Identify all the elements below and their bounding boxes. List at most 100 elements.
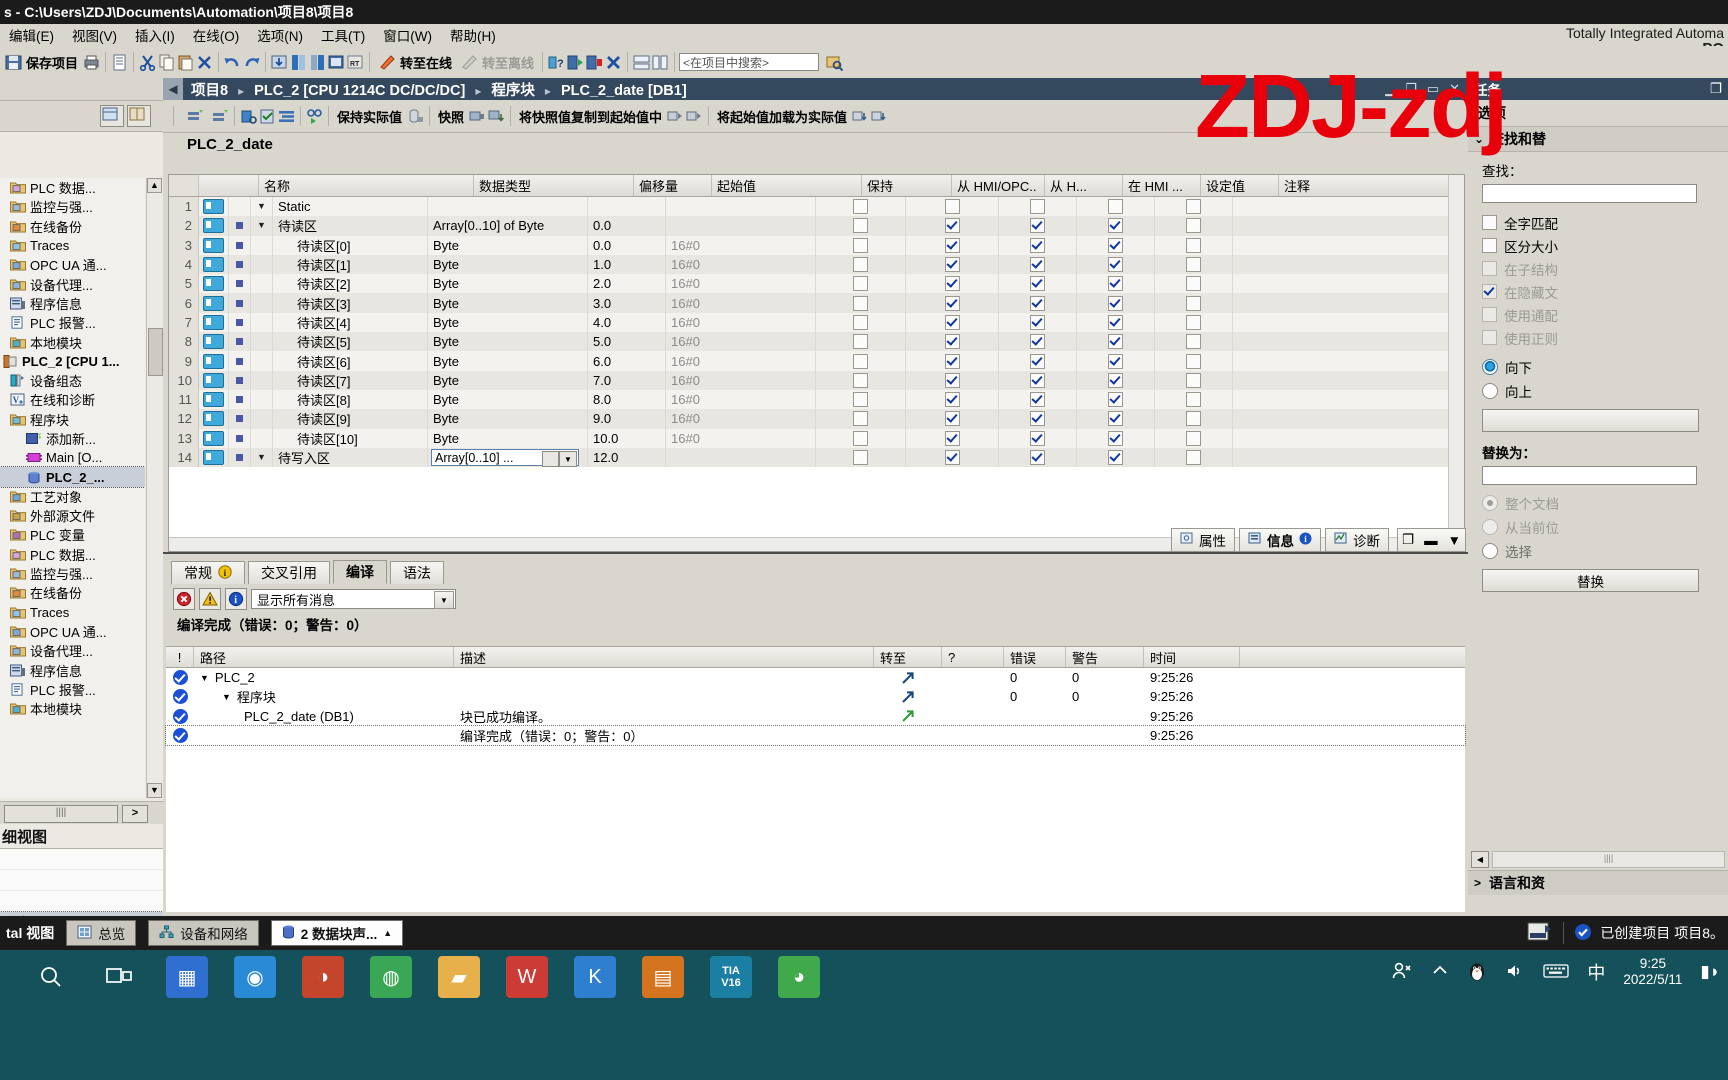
menu-item-insert[interactable]: 插入(I)	[126, 24, 184, 46]
keep-actual-values-button[interactable]: 保持实际值	[333, 103, 406, 129]
breadcrumb-item-plc[interactable]: PLC_2 [CPU 1214C DC/DC/DC]	[254, 83, 465, 99]
redo-icon[interactable]	[242, 53, 261, 72]
find-button[interactable]	[1482, 409, 1699, 432]
insert-row-icon[interactable]	[186, 107, 205, 126]
monitor-all-icon[interactable]	[239, 107, 258, 126]
find-input[interactable]	[1482, 184, 1697, 203]
writable-from-hmi-checkbox[interactable]	[999, 274, 1077, 294]
msg-col-goto[interactable]: 转至	[874, 647, 942, 667]
ime-indicator[interactable]: 中	[1587, 959, 1605, 985]
start-value-cell[interactable]: 16#0	[666, 332, 816, 352]
checkbox-icon[interactable]	[853, 314, 868, 330]
panel-tab-properties[interactable]: 属性	[1171, 528, 1236, 552]
start-value-cell[interactable]: 16#0	[666, 409, 816, 429]
accessible-from-hmi-checkbox[interactable]	[906, 293, 999, 313]
message-body[interactable]: ▼ PLC_2 0 0 9:25:26 ▼ 程序块 0 0 9:25:26 PLC_2_date (…	[165, 668, 1466, 747]
checkbox-icon[interactable]	[1186, 353, 1201, 369]
chevron-right-icon[interactable]: >	[1474, 876, 1481, 890]
checkbox-icon[interactable]	[1186, 334, 1201, 350]
checkbox-icon[interactable]	[853, 237, 868, 253]
start-value-cell[interactable]: 16#0	[666, 293, 816, 313]
checkbox-icon[interactable]	[1186, 257, 1201, 273]
retain-checkbox[interactable]	[816, 235, 906, 255]
tree-item-1[interactable]: 监控与强...	[0, 197, 145, 216]
visible-in-hmi-checkbox[interactable]	[1077, 254, 1155, 275]
save-project-button[interactable]: 保存项目	[0, 49, 82, 75]
tree-item-8[interactable]: 本地模块	[0, 332, 145, 351]
tree-item-13[interactable]: 添加新...	[0, 429, 145, 448]
checkbox-icon[interactable]	[1030, 295, 1045, 311]
menu-item-help[interactable]: 帮助(H)	[441, 24, 505, 46]
project-search-input[interactable]: <在项目中搜索>	[679, 53, 820, 71]
find-replace-section-header[interactable]: ⌄ 查找和替	[1468, 126, 1728, 152]
message-row[interactable]: 编译完成（错误：0；警告：0） 9:25:26	[165, 724, 1466, 747]
people-icon[interactable]	[1391, 960, 1413, 985]
task-card-hscroll-thumb[interactable]: ||||	[1492, 851, 1725, 868]
visible-in-hmi-checkbox[interactable]	[1077, 312, 1155, 333]
checkbox-icon[interactable]	[1482, 215, 1497, 230]
accessible-from-hmi-checkbox[interactable]	[906, 312, 999, 333]
table-row[interactable]: 5 待读区[2] Byte 2.0 16#0	[169, 274, 1464, 294]
expand-collapse-icon[interactable]: ▼	[200, 673, 209, 683]
table-row[interactable]: 12 待读区[9] Byte 9.0 16#0	[169, 409, 1464, 429]
filter-errors-button[interactable]	[173, 588, 195, 610]
checkbox-icon[interactable]	[1186, 411, 1201, 427]
retain-checkbox[interactable]	[816, 254, 906, 275]
writable-from-hmi-checkbox[interactable]	[999, 389, 1077, 410]
data-type-cell[interactable]: Byte	[428, 332, 588, 352]
tree-item-20[interactable]: 监控与强...	[0, 564, 145, 583]
tree-item-11[interactable]: V 在线和诊断	[0, 390, 145, 409]
menu-item-tools[interactable]: 工具(T)	[312, 24, 374, 46]
table-row[interactable]: 9 待读区[6] Byte 6.0 16#0	[169, 351, 1464, 371]
message-path[interactable]: PLC_2_date (DB1)	[194, 707, 454, 726]
message-filter-select[interactable]: 显示所有消息 ▼	[251, 589, 456, 609]
checkbox-icon[interactable]	[1186, 276, 1201, 292]
accessible-from-hmi-checkbox[interactable]	[906, 389, 999, 410]
option-match-case[interactable]: 区分大小	[1482, 234, 1728, 257]
table-row[interactable]: 10 待读区[7] Byte 7.0 16#0	[169, 370, 1464, 390]
table-row[interactable]: 11 待读区[8] Byte 8.0 16#0	[169, 389, 1464, 410]
msg-col-description[interactable]: 描述	[454, 647, 874, 667]
retain-checkbox[interactable]	[816, 216, 906, 236]
col-header-setpoint[interactable]: 设定值	[1201, 175, 1279, 196]
file-explorer-icon[interactable]: ▰	[438, 956, 480, 998]
checkbox-icon[interactable]	[1108, 392, 1123, 408]
accessible-from-hmi-checkbox[interactable]	[906, 216, 999, 236]
start-value-cell[interactable]: 16#0	[666, 351, 816, 371]
checkbox-icon[interactable]	[1030, 392, 1045, 408]
retain-checkbox[interactable]	[816, 312, 906, 333]
tree-item-2[interactable]: 在线备份	[0, 217, 145, 236]
message-row[interactable]: ▼ 程序块 0 0 9:25:26	[166, 687, 1465, 706]
accessible-from-hmi-checkbox[interactable]	[906, 409, 999, 429]
visible-in-hmi-checkbox[interactable]	[1077, 389, 1155, 410]
visible-in-hmi-checkbox[interactable]	[1077, 351, 1155, 371]
back-arrow-icon[interactable]: ◀	[163, 78, 183, 100]
update-interface-icon[interactable]	[258, 107, 277, 126]
variable-name-cell[interactable]: 待读区	[273, 216, 428, 236]
task-card-restore-icon[interactable]: ❐	[1710, 81, 1728, 97]
comment-cell[interactable]	[1233, 409, 1464, 429]
checkbox-icon[interactable]	[1030, 218, 1045, 234]
checkbox-icon[interactable]	[1030, 199, 1045, 215]
data-type-cell[interactable]: Array[0..10] ... ▼	[428, 447, 588, 468]
start-value-cell[interactable]: 16#0	[666, 370, 816, 390]
copy-snapshot-to-start-button[interactable]: 将快照值复制到起始值中	[515, 103, 666, 129]
cut-icon[interactable]	[138, 53, 157, 72]
checkbox-icon[interactable]	[1108, 237, 1123, 253]
setpoint-checkbox[interactable]	[1155, 254, 1233, 275]
checkbox-icon[interactable]	[853, 199, 868, 215]
tree-item-15[interactable]: PLC_2_...	[0, 466, 145, 488]
accessible-from-hmi-checkbox[interactable]	[906, 254, 999, 275]
chevron-down-icon[interactable]: ▼	[559, 451, 577, 467]
snapshot-monitor-icon[interactable]	[468, 107, 487, 126]
checkbox-icon[interactable]	[944, 276, 960, 292]
table-row[interactable]: 6 待读区[3] Byte 3.0 16#0	[169, 293, 1464, 313]
setpoint-checkbox[interactable]	[1155, 389, 1233, 410]
checkbox-icon[interactable]	[853, 430, 868, 446]
comment-cell[interactable]	[1233, 447, 1464, 468]
table-row[interactable]: 4 待读区[1] Byte 1.0 16#0	[169, 254, 1464, 275]
menu-item-edit[interactable]: 编辑(E)	[0, 24, 63, 46]
checkbox-icon[interactable]	[1030, 276, 1045, 292]
writable-from-hmi-checkbox[interactable]	[999, 332, 1077, 352]
setpoint-checkbox[interactable]	[1155, 293, 1233, 313]
